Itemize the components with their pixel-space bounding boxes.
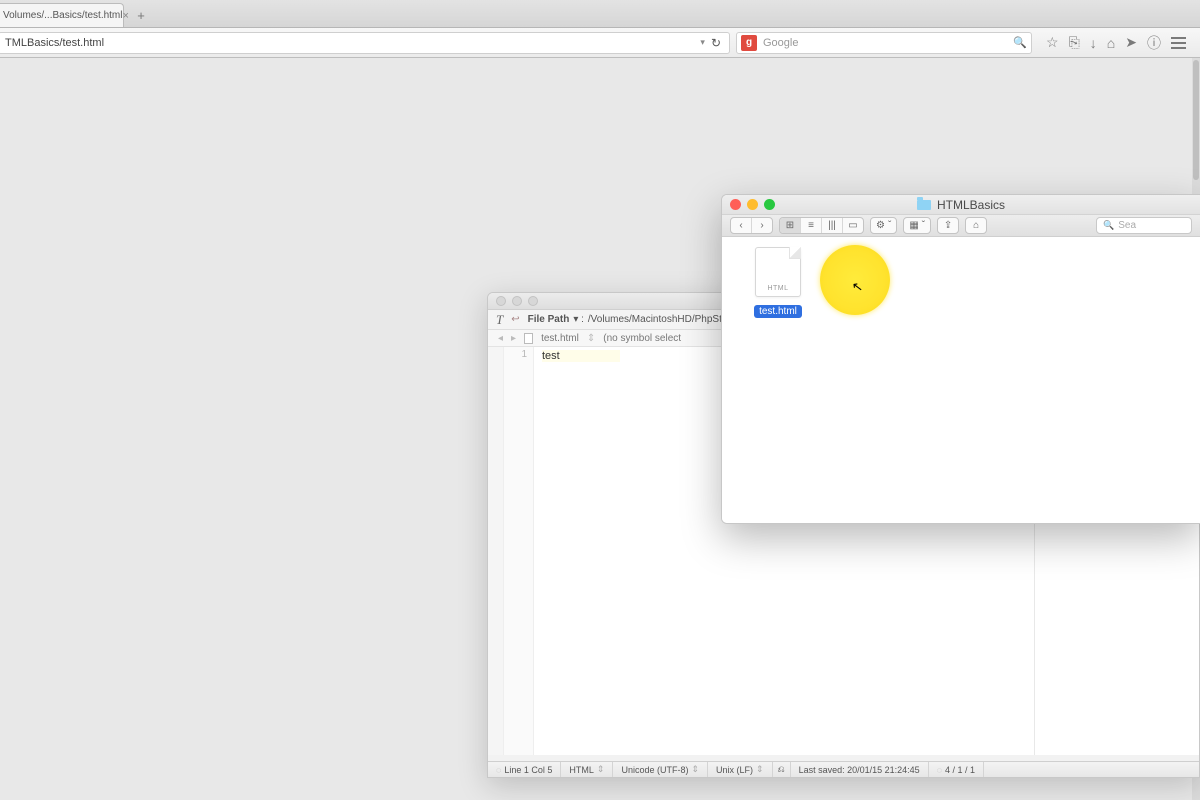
file-path-label: File Path bbox=[528, 314, 570, 325]
tags-button[interactable]: ⌂ bbox=[965, 217, 987, 234]
status-lineend[interactable]: Unix (LF)⇕ bbox=[708, 762, 773, 777]
share-icon: ⇪ bbox=[944, 220, 952, 231]
line-gutter: 1 bbox=[504, 347, 534, 755]
close-icon[interactable]: × bbox=[123, 10, 129, 22]
finder-body[interactable]: HTML test.html bbox=[722, 237, 1200, 524]
finder-title: HTMLBasics bbox=[937, 198, 1005, 212]
traffic-dot[interactable] bbox=[496, 296, 506, 306]
scrollbar-thumb[interactable] bbox=[1193, 60, 1199, 180]
crumb-file[interactable]: test.html bbox=[541, 333, 579, 344]
gear-icon: ⚙ bbox=[876, 220, 885, 231]
close-traffic-icon[interactable] bbox=[730, 199, 741, 210]
finder-search-input[interactable]: 🔍 Sea bbox=[1096, 217, 1192, 234]
chevron-down-icon[interactable]: ▾ bbox=[700, 37, 709, 48]
view-segment: ⊞ ≡ ||| ▭ bbox=[779, 217, 864, 234]
status-icon[interactable]: ⎌ bbox=[773, 762, 791, 777]
status-encoding[interactable]: Unicode (UTF-8)⇕ bbox=[613, 762, 708, 777]
status-language[interactable]: HTML⇕ bbox=[561, 762, 613, 777]
traffic-dot[interactable] bbox=[528, 296, 538, 306]
file-type-label: HTML bbox=[756, 285, 800, 292]
zoom-traffic-icon[interactable] bbox=[764, 199, 775, 210]
clipboard-icon[interactable]: ⎘ bbox=[1069, 34, 1080, 51]
forward-button[interactable]: › bbox=[752, 218, 772, 233]
menu-icon[interactable] bbox=[1171, 37, 1186, 49]
grid-icon: ▦ bbox=[909, 220, 918, 231]
finder-toolbar: ‹ › ⊞ ≡ ||| ▭ ⚙ˇ ▦ˇ ⇪ ⌂ 🔍 Sea bbox=[722, 215, 1200, 237]
arrange-button[interactable]: ▦ˇ bbox=[903, 217, 931, 234]
browser-toolbar: TMLBasics/test.html ▾ ↻ g Google 🔍 ☆ ⎘ ↓… bbox=[0, 28, 1200, 58]
nav-segment: ‹ › bbox=[730, 217, 773, 234]
status-position: Line 1 Col 5 bbox=[504, 765, 552, 775]
file-name[interactable]: test.html bbox=[754, 305, 802, 318]
document-icon bbox=[524, 333, 533, 344]
search-placeholder: Google bbox=[763, 37, 798, 49]
url-input[interactable]: TMLBasics/test.html ▾ ↻ bbox=[0, 32, 730, 54]
url-text: TMLBasics/test.html bbox=[5, 37, 104, 49]
chevron-down-icon: ▾ : bbox=[573, 314, 584, 325]
info-icon[interactable]: ⓘ bbox=[1147, 33, 1161, 53]
share-button[interactable]: ⇪ bbox=[937, 217, 959, 234]
back-button[interactable]: ‹ bbox=[731, 218, 752, 233]
search-icon: 🔍 bbox=[1103, 220, 1114, 231]
crumb-symbol: (no symbol select bbox=[603, 333, 681, 344]
folder-icon bbox=[917, 200, 931, 210]
spinner-icon: ◌ bbox=[496, 765, 501, 775]
fold-gutter bbox=[488, 347, 504, 755]
star-icon[interactable]: ☆ bbox=[1046, 34, 1059, 51]
list-view-button[interactable]: ≡ bbox=[801, 218, 822, 233]
send-icon[interactable]: ➤ bbox=[1125, 34, 1137, 51]
icon-view-button[interactable]: ⊞ bbox=[780, 218, 801, 233]
tab-strip: Volumes/...Basics/test.html × + bbox=[0, 0, 1200, 28]
search-icon[interactable]: 🔍 bbox=[1013, 36, 1027, 49]
finder-titlebar[interactable]: HTMLBasics bbox=[722, 195, 1200, 215]
text-tool-icon[interactable]: T bbox=[496, 312, 503, 328]
forward-icon[interactable]: ▸ bbox=[511, 333, 516, 344]
status-saved: Last saved: 20/01/15 21:24:45 bbox=[791, 762, 929, 777]
download-icon[interactable]: ↓ bbox=[1090, 35, 1097, 51]
tab-title: Volumes/...Basics/test.html bbox=[3, 10, 123, 21]
search-placeholder: Sea bbox=[1118, 220, 1136, 231]
search-input[interactable]: g Google 🔍 bbox=[736, 32, 1032, 54]
file-item[interactable]: HTML test.html bbox=[752, 247, 804, 319]
code-line: test bbox=[542, 350, 620, 362]
traffic-dot[interactable] bbox=[512, 296, 522, 306]
file-path-value: /Volumes/MacintoshHD/PhpStorm bbox=[588, 314, 739, 325]
status-bar: ◌Line 1 Col 5 HTML⇕ Unicode (UTF-8)⇕ Uni… bbox=[488, 761, 1199, 777]
cover-view-button[interactable]: ▭ bbox=[843, 218, 863, 233]
reload-icon[interactable]: ↻ bbox=[709, 36, 723, 50]
updown-icon[interactable]: ⇕ bbox=[587, 333, 595, 344]
status-counts: ◌4 / 1 / 1 bbox=[929, 762, 984, 777]
minimize-traffic-icon[interactable] bbox=[747, 199, 758, 210]
new-tab-button[interactable]: + bbox=[130, 6, 152, 24]
file-path[interactable]: File Path ▾ : /Volumes/MacintoshHD/PhpSt… bbox=[528, 314, 739, 325]
line-number: 1 bbox=[504, 349, 527, 360]
home-icon[interactable]: ⌂ bbox=[1107, 35, 1115, 51]
column-view-button[interactable]: ||| bbox=[822, 218, 843, 233]
wrap-icon[interactable]: ↩ bbox=[511, 314, 519, 325]
back-icon[interactable]: ◂ bbox=[498, 333, 503, 344]
google-badge-icon: g bbox=[741, 35, 757, 51]
finder-window: HTMLBasics ‹ › ⊞ ≡ ||| ▭ ⚙ˇ ▦ˇ ⇪ ⌂ 🔍 Sea… bbox=[721, 194, 1200, 524]
browser-tab[interactable]: Volumes/...Basics/test.html × bbox=[0, 3, 124, 27]
tag-icon: ⌂ bbox=[973, 220, 979, 231]
cursor-icon: ↖ bbox=[851, 278, 864, 295]
file-icon: HTML bbox=[755, 247, 801, 297]
toolbar-icons: ☆ ⎘ ↓ ⌂ ➤ ⓘ bbox=[1038, 33, 1194, 53]
action-menu-button[interactable]: ⚙ˇ bbox=[870, 217, 897, 234]
